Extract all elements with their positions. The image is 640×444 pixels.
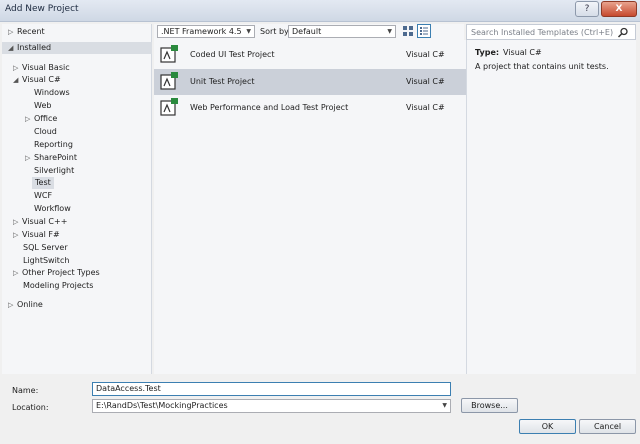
chevron-down-icon: ▼ <box>387 28 392 35</box>
sidebar-item-test[interactable]: Test <box>32 177 54 189</box>
test-project-icon <box>160 45 178 63</box>
expand-arrow-icon[interactable]: ▷ <box>13 216 22 228</box>
sidebar-item-visual-cpp[interactable]: ▷ Visual C++ <box>13 216 67 228</box>
sidebar-item-web[interactable]: Web <box>34 100 51 112</box>
sidebar-item-visual-fsharp[interactable]: ▷ Visual F# <box>13 229 60 241</box>
project-name-field[interactable]: DataAccess.Test <box>92 382 451 396</box>
search-templates-input[interactable]: Search Installed Templates (Ctrl+E) <box>466 24 636 40</box>
sidebar-item-visual-basic[interactable]: ▷ Visual Basic <box>13 62 70 74</box>
chevron-down-icon: ▼ <box>246 28 251 35</box>
help-button[interactable]: ? <box>575 1 599 17</box>
sidebar-item-installed[interactable]: ◢ Installed <box>2 42 152 54</box>
collapse-arrow-icon[interactable]: ◢ <box>13 74 22 86</box>
test-project-icon <box>160 72 178 90</box>
type-value: Visual C# <box>503 48 542 57</box>
ok-button[interactable]: OK <box>519 419 576 434</box>
sidebar-item-wcf[interactable]: WCF <box>34 190 52 202</box>
sidebar-item-cloud[interactable]: Cloud <box>34 126 57 138</box>
template-toolbar: .NET Framework 4.5 ▼ Sort by: Default ▼ <box>154 24 464 40</box>
template-description: A project that contains unit tests. <box>475 62 609 71</box>
sidebar-item-windows[interactable]: Windows <box>34 87 70 99</box>
template-category-tree: ▷ Recent ◢ Installed ▷ Visual Basic ◢ Visual… <box>2 24 152 374</box>
expand-arrow-icon[interactable]: ▷ <box>25 113 34 125</box>
template-item-unit-test[interactable]: Unit Test Project Visual C# <box>154 69 466 95</box>
sidebar-item-lightswitch[interactable]: LightSwitch <box>23 255 69 267</box>
type-label: Type: <box>475 48 500 57</box>
location-label: Location: <box>12 403 49 412</box>
name-label: Name: <box>12 386 39 395</box>
sidebar-item-silverlight[interactable]: Silverlight <box>34 165 74 177</box>
sort-by-label: Sort by: <box>260 27 291 36</box>
template-list: Coded UI Test Project Visual C# Unit Tes… <box>154 40 466 374</box>
template-item-web-performance-load-test[interactable]: Web Performance and Load Test Project Vi… <box>154 95 466 121</box>
sidebar-item-reporting[interactable]: Reporting <box>34 139 73 151</box>
window-title: Add New Project <box>5 4 79 14</box>
expand-arrow-icon[interactable]: ▷ <box>13 62 22 74</box>
location-combo[interactable]: E:\RandDs\Test\MockingPractices ▼ <box>92 399 451 413</box>
browse-button[interactable]: Browse... <box>461 398 518 413</box>
cancel-button[interactable]: Cancel <box>579 419 636 434</box>
sidebar-item-recent[interactable]: ▷ Recent <box>8 26 45 38</box>
expand-arrow-icon[interactable]: ▷ <box>8 26 17 38</box>
collapse-arrow-icon[interactable]: ◢ <box>8 42 17 54</box>
sidebar-item-other-project-types[interactable]: ▷ Other Project Types <box>13 267 100 279</box>
sidebar-item-modeling-projects[interactable]: Modeling Projects <box>23 280 93 292</box>
expand-arrow-icon[interactable]: ▷ <box>8 299 17 311</box>
sidebar-item-online[interactable]: ▷ Online <box>8 299 43 311</box>
framework-dropdown[interactable]: .NET Framework 4.5 ▼ <box>157 25 255 38</box>
expand-arrow-icon[interactable]: ▷ <box>13 267 22 279</box>
close-button[interactable]: X <box>601 1 637 17</box>
sort-dropdown[interactable]: Default ▼ <box>288 25 396 38</box>
sidebar-item-workflow[interactable]: Workflow <box>34 203 71 215</box>
expand-arrow-icon[interactable]: ▷ <box>25 152 34 164</box>
list-view-icon[interactable] <box>417 24 431 38</box>
chevron-down-icon[interactable]: ▼ <box>442 400 447 412</box>
test-project-icon <box>160 98 178 116</box>
expand-arrow-icon[interactable]: ▷ <box>13 229 22 241</box>
template-details-panel: Type: Visual C# A project that contains … <box>466 24 636 374</box>
template-item-coded-ui-test[interactable]: Coded UI Test Project Visual C# <box>154 42 466 68</box>
search-icon[interactable] <box>617 27 629 38</box>
sidebar-item-sql-server[interactable]: SQL Server <box>23 242 68 254</box>
sidebar-item-visual-csharp[interactable]: ◢ Visual C# <box>13 74 61 86</box>
sidebar-item-office[interactable]: ▷ Office <box>25 113 57 125</box>
sidebar-item-sharepoint[interactable]: ▷ SharePoint <box>25 152 77 164</box>
title-bar: Add New Project ? X <box>0 0 640 22</box>
medium-icons-view-icon[interactable] <box>402 25 414 37</box>
search-placeholder: Search Installed Templates (Ctrl+E) <box>471 28 614 37</box>
